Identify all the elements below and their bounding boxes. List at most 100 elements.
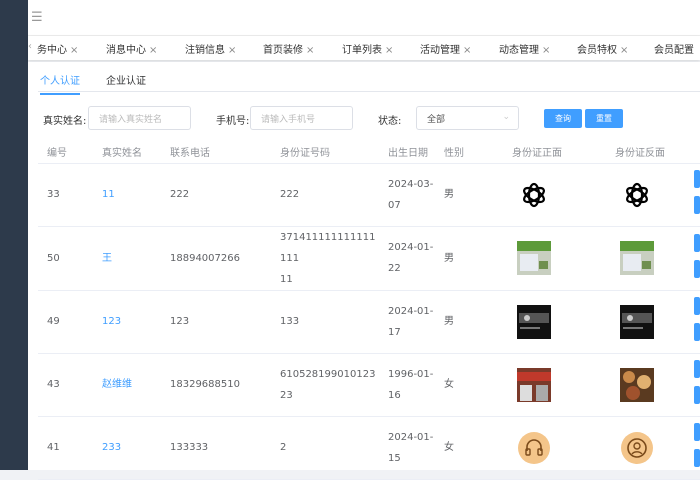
search-button[interactable]: 查询: [544, 109, 582, 128]
auth-table: 编号 真实姓名 联系电话 身份证号码 出生日期 性别 身份证正面 身份证反面 3…: [38, 140, 700, 480]
op-button[interactable]: [694, 449, 700, 467]
header: ☰: [28, 0, 700, 36]
cell-phone: 123: [161, 290, 271, 354]
op-button[interactable]: [694, 323, 700, 341]
tag-label: 活动管理: [420, 45, 460, 56]
idno-text-cont: 11: [280, 273, 293, 285]
tag-item[interactable]: 注销信息 ×: [185, 41, 236, 56]
op-button[interactable]: [694, 423, 700, 441]
hamburger-icon[interactable]: ☰: [31, 10, 43, 25]
sidebar: [0, 0, 28, 470]
close-icon[interactable]: ×: [149, 45, 157, 56]
cell-phone: 18894007266: [161, 226, 271, 291]
status-label: 状态:: [378, 116, 402, 127]
table-row: 49 123 123 133 2024-01- 17 男: [38, 290, 700, 354]
chevron-down-icon: ⌄: [502, 112, 510, 122]
close-icon[interactable]: ×: [385, 45, 393, 56]
idno-text: 610528199010123 23: [280, 368, 376, 401]
openai-logo[interactable]: [512, 178, 606, 212]
tag-label: 务中心: [37, 45, 67, 56]
op-button[interactable]: [694, 386, 700, 404]
idno-text: 2: [280, 442, 287, 453]
reset-button[interactable]: 重置: [585, 109, 623, 128]
cell-name-link[interactable]: 赵维维: [93, 353, 161, 417]
dark-screenshot[interactable]: [615, 304, 686, 339]
cell-front-image[interactable]: [503, 226, 606, 291]
tag-item[interactable]: 首页装修 ×: [263, 41, 314, 56]
tags-bar: ‹ 务中心 × 消息中心 × 注销信息 × 首页装修 × 订单列表 × 活动管理 × 动态管…: [28, 36, 700, 60]
tab-personal[interactable]: 个人认证: [40, 72, 80, 95]
name-input[interactable]: 请输入真实姓名: [88, 106, 191, 130]
col-idno: 身份证号码: [271, 140, 379, 164]
storefront-photo[interactable]: [512, 367, 606, 402]
name-label: 真实姓名:: [43, 116, 87, 127]
user-icon[interactable]: [615, 431, 686, 465]
col-name: 真实姓名: [93, 140, 161, 164]
cell-birth: 1996-01- 16: [379, 353, 435, 417]
table-header: 编号 真实姓名 联系电话 身份证号码 出生日期 性别 身份证正面 身份证反面: [38, 140, 700, 164]
close-icon[interactable]: ×: [306, 45, 314, 56]
op-button[interactable]: [694, 260, 700, 278]
close-icon[interactable]: ×: [620, 45, 628, 56]
cell-back-image[interactable]: [606, 163, 686, 227]
green-photo[interactable]: [615, 241, 686, 275]
tag-item[interactable]: 订单列表 ×: [342, 41, 393, 56]
cell-back-image[interactable]: [606, 290, 686, 354]
tag-item[interactable]: 会员配置: [654, 41, 694, 56]
cell-gender: 男: [435, 163, 503, 227]
col-back: 身份证反面: [606, 140, 686, 164]
close-icon[interactable]: ×: [70, 45, 78, 56]
openai-logo[interactable]: [615, 178, 686, 212]
tag-item[interactable]: 消息中心 ×: [106, 41, 157, 56]
phone-input[interactable]: 请输入手机号: [250, 106, 353, 130]
op-button[interactable]: [694, 234, 700, 252]
col-front: 身份证正面: [503, 140, 606, 164]
cell-idno: 133: [271, 290, 379, 354]
close-icon[interactable]: ×: [542, 45, 550, 56]
close-icon[interactable]: ×: [228, 45, 236, 56]
phone-label: 手机号:: [216, 116, 250, 127]
cell-birth: 2024-01- 17: [379, 290, 435, 354]
cell-back-image[interactable]: [606, 353, 686, 417]
col-gender: 性别: [435, 140, 503, 164]
cell-name-link[interactable]: 11: [93, 163, 161, 227]
status-value: 全部: [427, 115, 446, 125]
idno-text: 222: [280, 189, 300, 200]
tag-label: 动态管理: [499, 45, 539, 56]
status-select[interactable]: 全部 ⌄: [416, 106, 519, 130]
cell-back-image[interactable]: [606, 226, 686, 291]
tag-label: 会员配置: [654, 45, 694, 56]
cell-name-link[interactable]: 王: [93, 226, 161, 291]
filter-form: 真实姓名: 请输入真实姓名 手机号: 请输入手机号 状态: 全部 ⌄ 查询 重置: [28, 106, 700, 130]
idno-text: 133: [280, 316, 300, 327]
tag-label: 首页装修: [263, 45, 303, 56]
cell-front-image[interactable]: [503, 353, 606, 417]
tab-enterprise[interactable]: 企业认证: [106, 72, 146, 93]
dark-screenshot[interactable]: [512, 304, 606, 339]
tag-item[interactable]: 会员特权 ×: [577, 41, 628, 56]
close-icon[interactable]: ×: [463, 45, 471, 56]
tag-item[interactable]: 务中心 ×: [37, 41, 78, 56]
table-row: 50 王 18894007266 371411111111111111 11 20…: [38, 226, 700, 291]
cell-gender: 男: [435, 290, 503, 354]
cell-front-image[interactable]: [503, 163, 606, 227]
tag-item[interactable]: 活动管理 ×: [420, 41, 471, 56]
cell-name-link[interactable]: 123: [93, 290, 161, 354]
cell-gender: 女: [435, 353, 503, 417]
birth-part1: 2024-01-: [388, 242, 434, 253]
cell-front-image[interactable]: [503, 290, 606, 354]
op-button[interactable]: [694, 297, 700, 315]
op-button[interactable]: [694, 360, 700, 378]
op-button[interactable]: [694, 196, 700, 214]
op-button[interactable]: [694, 170, 700, 188]
cell-birth: 2024-03- 07: [379, 163, 435, 227]
green-photo[interactable]: [512, 241, 606, 275]
food-photo[interactable]: [615, 367, 686, 402]
cell-gender: 男: [435, 226, 503, 291]
scroll-left-icon[interactable]: ‹: [28, 41, 32, 52]
headset-icon[interactable]: [512, 431, 606, 465]
cell-id: 49: [38, 290, 93, 354]
col-birth: 出生日期: [379, 140, 435, 164]
tag-item[interactable]: 动态管理 ×: [499, 41, 550, 56]
cell-phone: 18329688510: [161, 353, 271, 417]
